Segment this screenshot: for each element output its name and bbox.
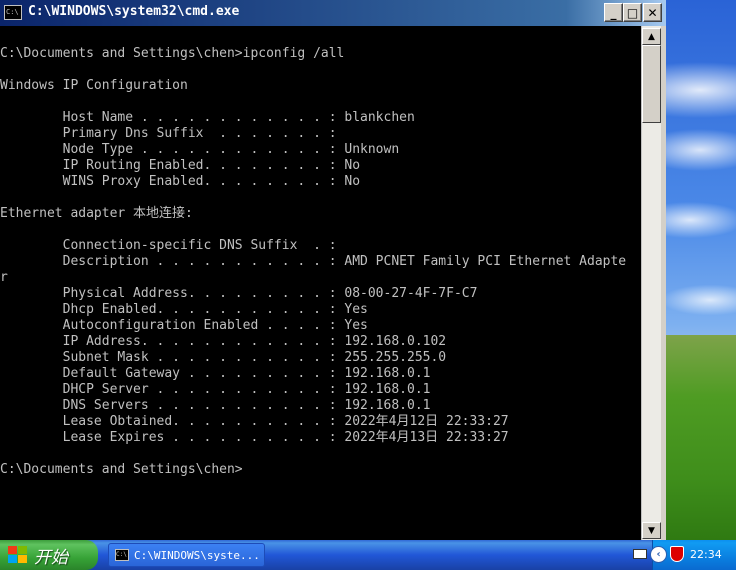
console-line: WINS Proxy Enabled. . . . . . . . : No: [0, 174, 361, 189]
console-line: Lease Obtained. . . . . . . . . . : 2022…: [0, 414, 509, 429]
windows-flag-icon: [8, 546, 28, 564]
scroll-down-button[interactable]: ▼: [642, 522, 661, 539]
console-icon: C:\: [115, 549, 129, 561]
console-line: r: [0, 270, 8, 285]
keyboard-icon[interactable]: [633, 549, 647, 559]
console-line: Connection-specific DNS Suffix . :: [0, 238, 337, 253]
console-line: Host Name . . . . . . . . . . . . : blan…: [0, 110, 415, 125]
close-button[interactable]: ✕: [643, 3, 662, 22]
taskbar-button-cmd[interactable]: C:\ C:\WINDOWS\syste...: [108, 543, 265, 567]
security-shield-icon[interactable]: [670, 546, 684, 562]
console-line: Autoconfiguration Enabled . . . . : Yes: [0, 318, 368, 333]
console-line: IP Routing Enabled. . . . . . . . : No: [0, 158, 361, 173]
console-line: Primary Dns Suffix . . . . . . . :: [0, 126, 337, 141]
console-line: Lease Expires . . . . . . . . . . : 2022…: [0, 430, 509, 445]
console-line: DNS Servers . . . . . . . . . . . : 192.…: [0, 398, 431, 413]
console-line: Node Type . . . . . . . . . . . . : Unkn…: [0, 142, 400, 157]
console-line: Description . . . . . . . . . . . : AMD …: [0, 254, 627, 269]
console-line: DHCP Server . . . . . . . . . . . : 192.…: [0, 382, 431, 397]
console-output[interactable]: C:\Documents and Settings\chen>ipconfig …: [0, 26, 641, 540]
console-line: Physical Address. . . . . . . . . : 08-0…: [0, 286, 478, 301]
window-border: [661, 26, 666, 540]
cmd-window[interactable]: C:\ C:\WINDOWS\system32\cmd.exe _ □ ✕ C:…: [0, 0, 666, 540]
window-title: C:\WINDOWS\system32\cmd.exe: [28, 4, 240, 19]
scroll-thumb[interactable]: [642, 45, 661, 123]
console-line: IP Address. . . . . . . . . . . . : 192.…: [0, 334, 447, 349]
console-icon[interactable]: C:\: [4, 5, 22, 20]
window-titlebar[interactable]: C:\ C:\WINDOWS\system32\cmd.exe _ □ ✕: [0, 0, 666, 26]
vertical-scrollbar[interactable]: ▲ ▼: [641, 26, 661, 540]
scroll-up-button[interactable]: ▲: [642, 28, 661, 45]
console-line: Ethernet adapter 本地连接:: [0, 206, 193, 221]
clock[interactable]: 22:34: [690, 548, 722, 561]
console-line: Dhcp Enabled. . . . . . . . . . . : Yes: [0, 302, 368, 317]
minimize-button[interactable]: _: [604, 3, 623, 22]
chevron-left-icon[interactable]: ‹: [650, 546, 667, 563]
start-button[interactable]: 开始: [0, 540, 98, 570]
console-line: Default Gateway . . . . . . . . . : 192.…: [0, 366, 431, 381]
taskbar: 开始 C:\ C:\WINDOWS\syste... ‹ 22:34: [0, 540, 736, 570]
maximize-button[interactable]: □: [623, 3, 642, 22]
console-line: C:\Documents and Settings\chen>: [0, 462, 243, 477]
console-line: Subnet Mask . . . . . . . . . . . : 255.…: [0, 350, 447, 365]
console-line: Windows IP Configuration: [0, 78, 188, 93]
taskbar-button-label: C:\WINDOWS\syste...: [134, 548, 260, 562]
start-label: 开始: [34, 547, 68, 568]
console-line: C:\Documents and Settings\chen>ipconfig …: [0, 46, 345, 61]
